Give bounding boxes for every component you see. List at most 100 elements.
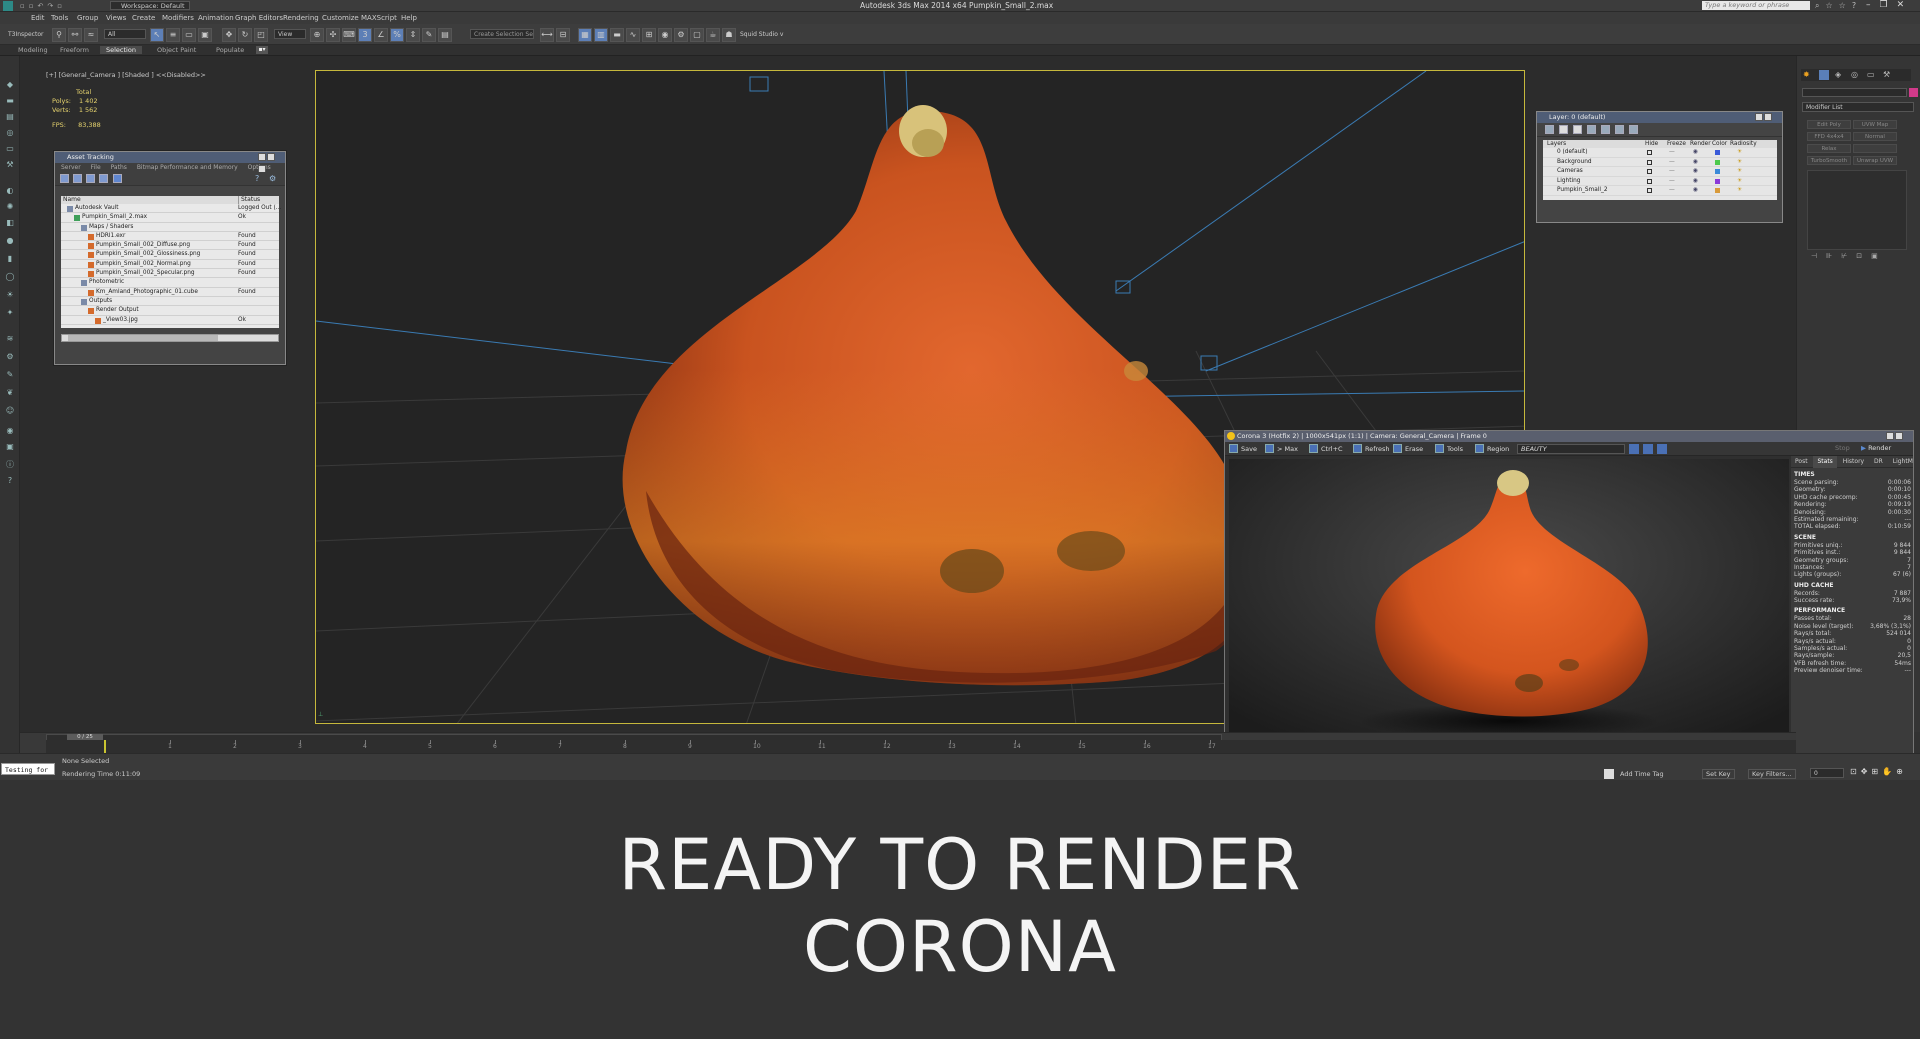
frame-spinner[interactable]: 0 (1810, 768, 1844, 778)
corona-title-bar[interactable]: Corona 3 (Hotfix 2) | 1000x541px (1:1) |… (1225, 431, 1913, 452)
tools-button[interactable]: Tools (1435, 444, 1463, 453)
menu-maxscript[interactable]: MAXScript (361, 14, 397, 22)
new-layer-icon[interactable] (1545, 125, 1554, 134)
app-logo-icon[interactable] (3, 1, 13, 11)
squid-studio-menu[interactable]: Squid Studio v (740, 31, 783, 38)
light-icon[interactable]: ☀ (5, 290, 15, 300)
space-warp-icon[interactable]: ≋ (5, 334, 15, 344)
layer-color-swatch[interactable] (1715, 188, 1720, 193)
sun-icon[interactable]: ✺ (5, 202, 15, 212)
table-row[interactable]: Pumpkin_Small_002_Diffuse.png Found (61, 241, 279, 251)
refresh-icon[interactable] (60, 174, 69, 183)
ribbon-tab-modeling[interactable]: Modeling (12, 46, 54, 54)
layer-color-swatch[interactable] (1715, 169, 1720, 174)
curve-editor-icon[interactable]: ∿ (626, 28, 640, 42)
layer-render-icon[interactable]: ◉ (1693, 186, 1698, 196)
column-name[interactable]: Name (63, 196, 81, 204)
asset-menu-file[interactable]: File (91, 164, 101, 171)
angle-snap-icon[interactable]: ∠ (374, 28, 388, 42)
named-selection-sets-dropdown[interactable]: Create Selection Se (470, 29, 534, 39)
asset-menu-paths[interactable]: Paths (111, 164, 127, 171)
object-name-field[interactable] (1802, 88, 1907, 97)
refresh-button[interactable]: Refresh (1353, 444, 1390, 453)
settings-icon[interactable]: ⚙ (269, 174, 276, 183)
modifier-button-1[interactable]: Edit Poly (1807, 120, 1851, 129)
modifier-button-3[interactable]: FFD 4x4x4 (1807, 132, 1851, 141)
layer-row[interactable]: 0 (default) — ◉ ☀ (1543, 148, 1777, 158)
display-tab-icon[interactable]: ▭ (1867, 70, 1875, 79)
menu-edit[interactable]: Edit (31, 14, 45, 22)
layer-render-icon[interactable]: ◉ (1693, 177, 1698, 187)
box-icon[interactable]: ◧ (5, 218, 15, 228)
tab-post[interactable]: Post (1791, 456, 1812, 468)
to-max-button[interactable]: > Max (1265, 444, 1298, 453)
file-icon[interactable] (73, 174, 82, 183)
layer-hide-checkbox[interactable] (1647, 169, 1652, 174)
modifier-button-8[interactable]: Unwrap UVW (1853, 156, 1897, 165)
menu-rendering[interactable]: Rendering (283, 14, 319, 22)
table-row[interactable]: HDRI1.exr Found (61, 232, 279, 242)
reference-coord-dropdown[interactable]: View (274, 29, 306, 39)
menu-create[interactable]: Create (132, 14, 155, 22)
layer-radiosity-icon[interactable]: ☀ (1737, 177, 1742, 187)
zoom-fit-icon[interactable] (1643, 444, 1653, 454)
add-time-tag-icon[interactable] (1604, 769, 1614, 779)
layer-hide-checkbox[interactable] (1647, 159, 1652, 165)
minimize-icon[interactable] (258, 153, 266, 161)
toolbar-left-label[interactable]: T3Inspector (8, 31, 43, 38)
close-icon[interactable] (1764, 113, 1772, 121)
menu-views[interactable]: Views (106, 14, 126, 22)
layer-color-swatch[interactable] (1715, 159, 1720, 165)
help-icon[interactable] (1755, 113, 1763, 121)
modify-icon[interactable]: ▬ (5, 96, 15, 106)
motion-tab-icon[interactable]: ◎ (1851, 70, 1858, 79)
link-icon[interactable]: ⚲ (52, 28, 66, 42)
ribbon-toggle-icon[interactable]: ▬ (610, 28, 624, 42)
unlink-icon[interactable]: ⚯ (68, 28, 82, 42)
table-row[interactable]: Km_Amland_Photographic_01.cube Found (61, 288, 279, 297)
asset-window-controls[interactable] (257, 153, 283, 173)
tab-history[interactable]: History (1839, 456, 1868, 468)
layer-manager-window[interactable]: Layer: 0 (default) Layers Hide Freeze Re… (1536, 111, 1783, 223)
tab-stats[interactable]: Stats (1813, 456, 1837, 468)
menu-help[interactable]: Help (401, 14, 417, 22)
mirror-icon[interactable]: ⟷ (540, 28, 554, 42)
asset-tracking-title[interactable]: Asset Tracking (55, 152, 285, 173)
layer-col-radiosity[interactable]: Radiosity (1730, 140, 1757, 148)
render-production-icon[interactable]: ☕ (706, 28, 720, 42)
layer-row[interactable]: Lighting — ◉ ☀ (1543, 177, 1777, 187)
object-color-swatch[interactable] (1909, 88, 1918, 97)
layer-radiosity-icon[interactable]: ☀ (1737, 158, 1742, 168)
layer-freeze-toggle[interactable]: — (1669, 186, 1675, 196)
move-icon[interactable]: ✥ (222, 28, 236, 42)
layer-manager-icon[interactable]: ▥ (594, 28, 608, 42)
help-icon[interactable]: ? (5, 476, 15, 486)
utilities-tab-icon[interactable]: ⚒ (1883, 70, 1890, 79)
material-editor-icon[interactable]: ◉ (658, 28, 672, 42)
table-row[interactable]: Pumpkin_Small_2.max Ok (61, 213, 279, 223)
layer-col-render[interactable]: Render (1690, 140, 1711, 148)
table-row[interactable]: Render Output (61, 306, 279, 316)
pivot-icon[interactable]: ⊕ (310, 28, 324, 42)
ribbon-tab-populate[interactable]: Populate (210, 46, 250, 54)
ribbon-toggle-icon[interactable]: ▪▾ (256, 46, 268, 54)
corona-window-controls[interactable] (1885, 432, 1911, 452)
layer-freeze-toggle[interactable]: — (1669, 148, 1675, 158)
select-object-icon[interactable]: ↖ (150, 28, 164, 42)
table-row[interactable]: Maps / Shaders (61, 223, 279, 232)
stop-button[interactable]: Stop (1835, 444, 1850, 452)
layer-col-freeze[interactable]: Freeze (1667, 140, 1686, 148)
save-button[interactable]: Save (1229, 444, 1257, 453)
tree-icon[interactable] (99, 174, 108, 183)
named-selection-icon[interactable]: ▤ (438, 28, 452, 42)
menu-modifiers[interactable]: Modifiers (162, 14, 194, 22)
add-to-layer-icon[interactable] (1573, 125, 1582, 134)
table-view-icon[interactable] (113, 174, 122, 183)
leaf-icon[interactable]: ❦ (5, 388, 15, 398)
modifier-button-6[interactable] (1853, 144, 1897, 153)
delete-layer-icon[interactable] (1559, 125, 1568, 134)
align-icon[interactable]: ⊟ (556, 28, 570, 42)
menu-animation[interactable]: Animation (198, 14, 234, 22)
rendered-frame-window-icon[interactable]: ▢ (690, 28, 704, 42)
asset-menu-server[interactable]: Server (61, 164, 81, 171)
